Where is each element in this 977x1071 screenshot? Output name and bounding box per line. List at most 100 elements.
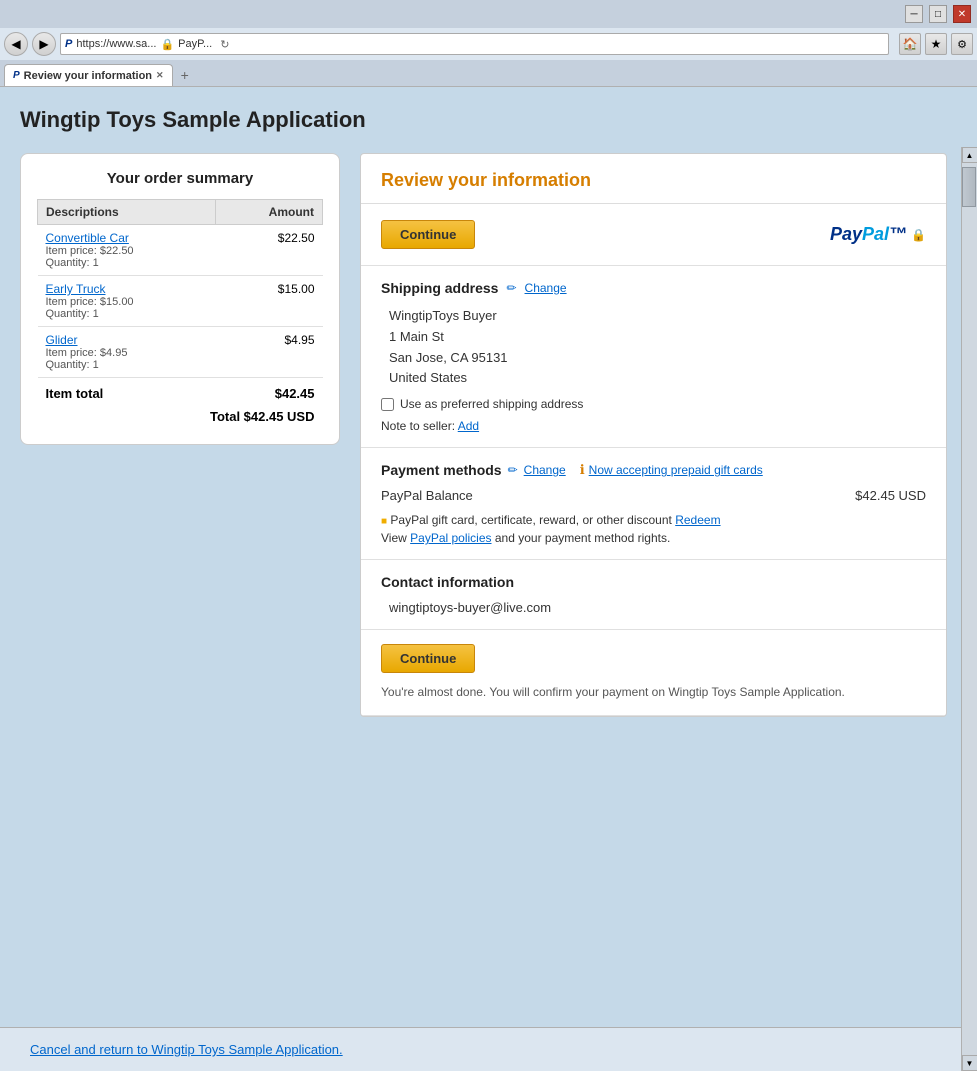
review-panel: Review your information Continue PayPal™… — [360, 153, 947, 717]
item-amount: $15.00 — [216, 276, 323, 327]
view-label: View — [381, 531, 407, 545]
refresh-icon[interactable]: ↻ — [220, 38, 229, 51]
contact-section-header: Contact information — [381, 574, 926, 590]
lock-icon: 🔒 — [160, 38, 174, 51]
payment-edit-icon[interactable]: ✏ — [508, 463, 518, 477]
item-quantity-meta: Quantity: 1 — [46, 308, 208, 320]
browser-chrome: ─ □ ✕ ◀ ▶ P https://www.sa... 🔒 PayP... … — [0, 0, 977, 87]
restore-button[interactable]: □ — [929, 5, 947, 23]
table-row: Convertible Car Item price: $22.50 Quant… — [38, 225, 323, 276]
new-tab-button[interactable]: + — [173, 64, 197, 86]
item-name-link[interactable]: Convertible Car — [46, 231, 208, 245]
browser-toolbar-icons: 🏠 ★ ⚙ — [899, 33, 973, 55]
address-text: https://www.sa... — [76, 38, 156, 50]
item-price-meta: Item price: $4.95 — [46, 347, 208, 359]
payment-amount: $42.45 USD — [855, 488, 926, 503]
address-bar[interactable]: P https://www.sa... 🔒 PayP... ↻ — [60, 33, 889, 55]
address-line1: 1 Main St — [389, 327, 926, 348]
paypal-policies-link[interactable]: PayPal policies — [410, 531, 491, 545]
lock-icon: 🔒 — [911, 228, 926, 242]
back-button[interactable]: ◀ — [4, 32, 28, 56]
shipping-section-header: Shipping address ✏ Change — [381, 280, 926, 296]
preferred-shipping-row: Use as preferred shipping address — [381, 397, 926, 411]
item-total-label: Item total — [38, 378, 216, 406]
scrollbar: ▲ ▼ — [961, 147, 977, 1071]
gift-icon: ■ — [381, 516, 387, 527]
shipping-edit-icon[interactable]: ✏ — [506, 281, 516, 295]
page-title: Wingtip Toys Sample Application — [20, 107, 947, 133]
payment-title: Payment methods — [381, 462, 502, 478]
scrollbar-track[interactable] — [962, 163, 977, 1055]
nav-bar: ◀ ▶ P https://www.sa... 🔒 PayP... ↻ 🏠 ★ … — [0, 28, 977, 60]
forward-button[interactable]: ▶ — [32, 32, 56, 56]
page-wrapper: Wingtip Toys Sample Application Your ord… — [0, 87, 977, 1071]
contact-title: Contact information — [381, 574, 514, 590]
prepaid-gift-link[interactable]: Now accepting prepaid gift cards — [589, 463, 763, 477]
payment-section-header: Payment methods ✏ Change ℹ Now accepting… — [381, 462, 926, 478]
preferred-shipping-checkbox[interactable] — [381, 398, 394, 411]
address-line2: San Jose, CA 95131 — [389, 348, 926, 369]
scrollbar-down-button[interactable]: ▼ — [962, 1055, 977, 1071]
order-table: Descriptions Amount Convertible Car Item… — [37, 199, 323, 428]
paypal-logo-area: PayPal™ 🔒 — [830, 224, 926, 245]
minimize-button[interactable]: ─ — [905, 5, 923, 23]
item-quantity-meta: Quantity: 1 — [46, 359, 208, 371]
back-icon: ◀ — [11, 37, 20, 51]
policies-row: View PayPal policies and your payment me… — [381, 531, 926, 545]
item-details: Convertible Car Item price: $22.50 Quant… — [38, 225, 216, 276]
item-price-meta: Item price: $22.50 — [46, 245, 208, 257]
address-line3: United States — [389, 368, 926, 389]
scrollbar-thumb[interactable] — [962, 167, 976, 207]
order-summary-title: Your order summary — [37, 170, 323, 187]
order-summary-card: Your order summary Descriptions Amount C… — [20, 153, 340, 445]
paypal-label: PayP... — [178, 38, 212, 50]
home-button[interactable]: 🏠 — [899, 33, 921, 55]
continue-bottom-button[interactable]: Continue — [381, 644, 475, 673]
contact-info-section: Contact information wingtiptoys-buyer@li… — [361, 560, 946, 630]
address-block: WingtipToys Buyer 1 Main St San Jose, CA… — [381, 306, 926, 389]
continue-top-section: Continue PayPal™ 🔒 — [361, 204, 946, 266]
col-amount: Amount — [216, 200, 323, 225]
continue-top-button[interactable]: Continue — [381, 220, 475, 249]
review-header: Review your information — [361, 154, 946, 204]
gift-card-row: ■ PayPal gift card, certificate, reward,… — [381, 513, 926, 527]
tab-label: Review your information — [24, 70, 152, 82]
item-price-meta: Item price: $15.00 — [46, 296, 208, 308]
item-name-link[interactable]: Early Truck — [46, 282, 208, 296]
policies-text2: and your payment method rights. — [495, 531, 670, 545]
tab-close-button[interactable]: ✕ — [156, 70, 164, 81]
item-details: Glider Item price: $4.95 Quantity: 1 — [38, 327, 216, 378]
item-total-amount: $42.45 — [216, 378, 323, 406]
payment-balance-row: PayPal Balance $42.45 USD — [381, 488, 926, 503]
col-descriptions: Descriptions — [38, 200, 216, 225]
payment-methods-section: Payment methods ✏ Change ℹ Now accepting… — [361, 448, 946, 560]
note-add-link[interactable]: Add — [458, 419, 479, 433]
cancel-link[interactable]: Cancel and return to Wingtip Toys Sample… — [30, 1042, 343, 1057]
page-content: Wingtip Toys Sample Application Your ord… — [0, 87, 977, 1027]
forward-icon: ▶ — [39, 37, 48, 51]
cancel-section: Cancel and return to Wingtip Toys Sample… — [0, 1027, 977, 1071]
item-name-link[interactable]: Glider — [46, 333, 208, 347]
shipping-address-section: Shipping address ✏ Change WingtipToys Bu… — [361, 266, 946, 448]
favorites-button[interactable]: ★ — [925, 33, 947, 55]
table-row: Glider Item price: $4.95 Quantity: 1$4.9… — [38, 327, 323, 378]
settings-button[interactable]: ⚙ — [951, 33, 973, 55]
payment-method-name: PayPal Balance — [381, 488, 473, 503]
grand-total-row: Total $42.45 USD — [38, 405, 323, 428]
note-to-seller-row: Note to seller: Add — [381, 419, 926, 433]
item-total-row: Item total $42.45 — [38, 378, 323, 406]
preferred-shipping-label: Use as preferred shipping address — [400, 397, 583, 411]
note-label: Note to seller: — [381, 419, 455, 433]
redeem-link[interactable]: Redeem — [675, 513, 720, 527]
item-amount: $4.95 — [216, 327, 323, 378]
continue-bottom-section: Continue You're almost done. You will co… — [361, 630, 946, 716]
active-tab[interactable]: P Review your information ✕ — [4, 64, 173, 86]
gift-card-text: PayPal gift card, certificate, reward, o… — [390, 513, 671, 527]
shipping-title: Shipping address — [381, 280, 498, 296]
close-button[interactable]: ✕ — [953, 5, 971, 23]
shipping-change-link[interactable]: Change — [525, 281, 567, 295]
grand-total-text: Total $42.45 USD — [38, 405, 323, 428]
payment-change-link[interactable]: Change — [524, 463, 566, 477]
info-icon: ℹ — [580, 462, 585, 478]
scrollbar-up-button[interactable]: ▲ — [962, 147, 977, 163]
